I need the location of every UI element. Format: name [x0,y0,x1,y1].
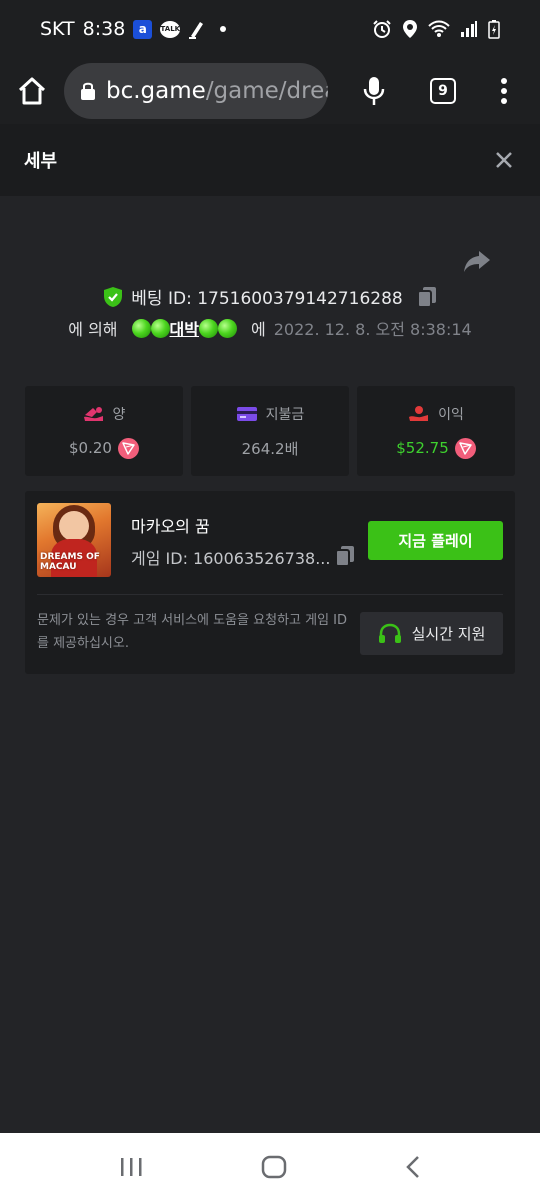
pen-icon [188,19,206,39]
thumbnail-logo: DREAMS OF MACAU [40,552,100,572]
play-now-button[interactable]: 지금 플레이 [368,521,503,560]
microphone-icon[interactable] [362,75,386,107]
android-nav-bar [0,1133,540,1200]
thumbnail-face [59,511,89,541]
tab-count-button[interactable]: 9 [430,78,456,104]
wifi-icon [428,20,450,38]
alarm-icon [372,19,392,39]
divider [37,594,503,595]
close-icon[interactable] [492,148,516,172]
stat-profit-label: 이익 [438,406,464,423]
payout-card-icon [236,406,258,422]
lock-icon [80,81,96,101]
bet-stats: 양 $0.20 지불금 264.2배 이익 $52.75 [25,386,515,476]
url-bar[interactable]: bc.game/game/drea [64,63,328,119]
detail-title: 세부 [24,151,58,172]
signal-icon [460,20,478,38]
screen: SKT 8:38 a TALK bc.game /game/drea 9 세부 … [0,0,540,1200]
bettor-row: 에 의해 대박 에 2022. 12. 8. 오전 8:38:14 [0,316,540,340]
browser-toolbar: bc.game/game/drea 9 [0,58,540,124]
share-icon[interactable] [462,246,492,276]
app-notification-icon: a [133,19,153,39]
stat-amount-value: $0.20 [69,439,112,457]
detail-header: 세부 [0,124,540,196]
stat-payout-value: 264.2배 [241,439,299,458]
stat-payout: 지불금 264.2배 [191,386,349,476]
url-path: /game/drea [205,78,328,104]
stat-amount: 양 $0.20 [25,386,183,476]
profit-icon [408,405,430,423]
game-card: DREAMS OF MACAU 마카오의 꿈 게임 ID: 1600635267… [25,491,515,674]
live-support-label: 실시간 지원 [411,625,486,643]
copy-game-id-icon[interactable] [335,545,355,571]
more-notifications-dot [220,26,227,32]
green-ball-icon [198,318,218,338]
green-ball-icon [217,318,237,338]
location-icon [402,19,418,39]
status-bar: SKT 8:38 a TALK [0,0,540,58]
url-host: bc.game [106,78,206,104]
game-name: 마카오의 꿈 [131,517,210,536]
battery-icon [488,19,500,39]
green-ball-icon [131,318,151,338]
username-link[interactable]: 대박 [131,316,237,340]
stat-profit: 이익 $52.75 [357,386,515,476]
home-icon[interactable] [14,73,50,109]
more-vert-icon[interactable] [500,78,508,104]
recent-apps-icon[interactable] [119,1156,143,1178]
carrier-label: SKT [40,18,75,40]
bet-date: 2022. 12. 8. 오전 8:38:14 [273,320,472,339]
bet-id-label: 베팅 ID: 1751600379142716288 [131,289,403,309]
stat-payout-label: 지불금 [265,406,305,423]
home-nav-icon[interactable] [261,1155,287,1179]
back-icon[interactable] [405,1155,421,1179]
kakaotalk-icon: TALK [160,20,181,38]
green-ball-icon [150,318,170,338]
clock: 8:38 [82,18,126,40]
by-label: 에 의해 [68,320,118,339]
at-label: 에 [250,320,266,339]
help-text: 문제가 있는 경우 고객 서비스에 도움을 요청하고 게임 ID를 제공하십시오… [37,613,348,651]
game-thumbnail[interactable]: DREAMS OF MACAU [37,503,111,577]
stat-profit-value: $52.75 [396,439,449,457]
bet-amount-icon [83,405,105,423]
stat-amount-label: 양 [112,406,126,423]
headset-icon [378,623,402,645]
copy-bet-id-icon[interactable] [416,286,437,308]
live-support-button[interactable]: 실시간 지원 [360,612,503,655]
game-id: 게임 ID: 160063526738... [131,549,331,568]
username: 대박 [169,320,199,339]
tron-coin-icon [454,437,476,459]
tron-coin-icon [117,437,139,459]
bet-id-row: 베팅 ID: 1751600379142716288 [0,284,540,309]
shield-check-icon [103,286,123,308]
